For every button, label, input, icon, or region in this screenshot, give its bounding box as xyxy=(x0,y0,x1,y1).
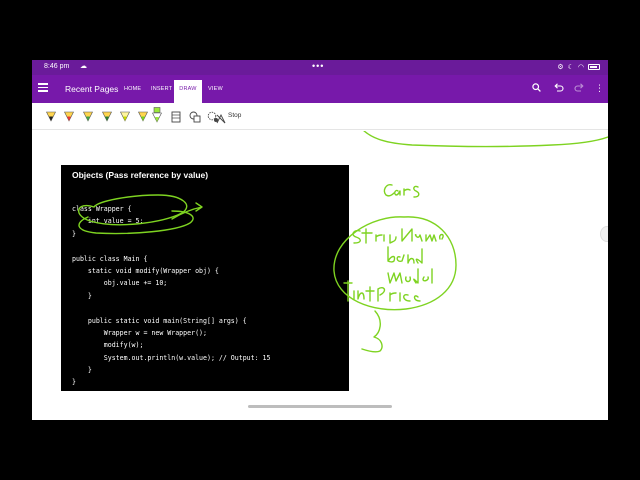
note-canvas[interactable]: Objects (Pass reference by value) class … xyxy=(32,131,608,420)
shapes-icon[interactable] xyxy=(189,110,201,128)
ink-car-s-text xyxy=(383,183,420,198)
stop-ink-icon[interactable] xyxy=(216,111,226,129)
home-indicator[interactable] xyxy=(248,405,392,408)
stop-button[interactable]: Stop xyxy=(228,112,241,119)
side-scroll-handle[interactable] xyxy=(600,226,608,242)
wifi-icon: ◠ xyxy=(577,64,584,71)
ink-loop-class xyxy=(78,194,188,226)
status-bar: 8:46 pm ☁ ••• ⚙ ☾ ◠ xyxy=(32,60,608,75)
highlighter-green-icon[interactable] xyxy=(152,107,162,123)
ink-bracket xyxy=(361,310,383,353)
more-icon[interactable]: ⋮ xyxy=(595,83,604,94)
cloud-icon: ☁ xyxy=(80,63,87,70)
redo-icon[interactable] xyxy=(574,83,584,94)
onenote-app: 8:46 pm ☁ ••• ⚙ ☾ ◠ Recent Pages HOME IN… xyxy=(32,60,608,420)
pen-red-icon[interactable] xyxy=(64,111,74,122)
tab-draw[interactable]: DRAW xyxy=(174,80,202,103)
pen-black-icon[interactable] xyxy=(46,111,56,122)
pen-dark-green-icon[interactable] xyxy=(102,111,112,122)
hamburger-icon[interactable] xyxy=(38,83,48,92)
status-time: 8:46 pm xyxy=(44,63,70,70)
ink-class-circle xyxy=(333,216,457,311)
moon-icon: ☾ xyxy=(567,64,574,71)
highlighter-yellow-icon[interactable] xyxy=(120,111,130,122)
status-icons: ⚙ ☾ ◠ xyxy=(557,63,600,71)
pen-green-icon[interactable] xyxy=(83,111,93,122)
recent-pages-button[interactable]: Recent Pages xyxy=(65,84,118,94)
handwriting-layer xyxy=(78,183,457,353)
app-bar: Recent Pages HOME INSERT DRAW VIEW ⋮ xyxy=(32,75,608,103)
search-icon[interactable] xyxy=(532,83,541,94)
multitask-dots[interactable]: ••• xyxy=(312,61,324,71)
tab-insert[interactable]: INSERT xyxy=(151,86,172,92)
tab-view[interactable]: VIEW xyxy=(208,86,223,92)
pen-lime-icon[interactable] xyxy=(138,111,148,122)
ink-string-name-text xyxy=(352,228,444,244)
ink-int-price-text xyxy=(343,280,421,302)
battery-icon xyxy=(588,64,600,70)
ink-band-text xyxy=(387,246,423,264)
ink-model-text xyxy=(387,268,433,284)
tab-home[interactable]: HOME xyxy=(124,86,141,92)
undo-icon[interactable] xyxy=(554,83,564,94)
ruler-icon[interactable] xyxy=(171,110,182,128)
bluetooth-icon: ⚙ xyxy=(557,64,564,71)
draw-toolbar: Stop xyxy=(32,103,608,130)
